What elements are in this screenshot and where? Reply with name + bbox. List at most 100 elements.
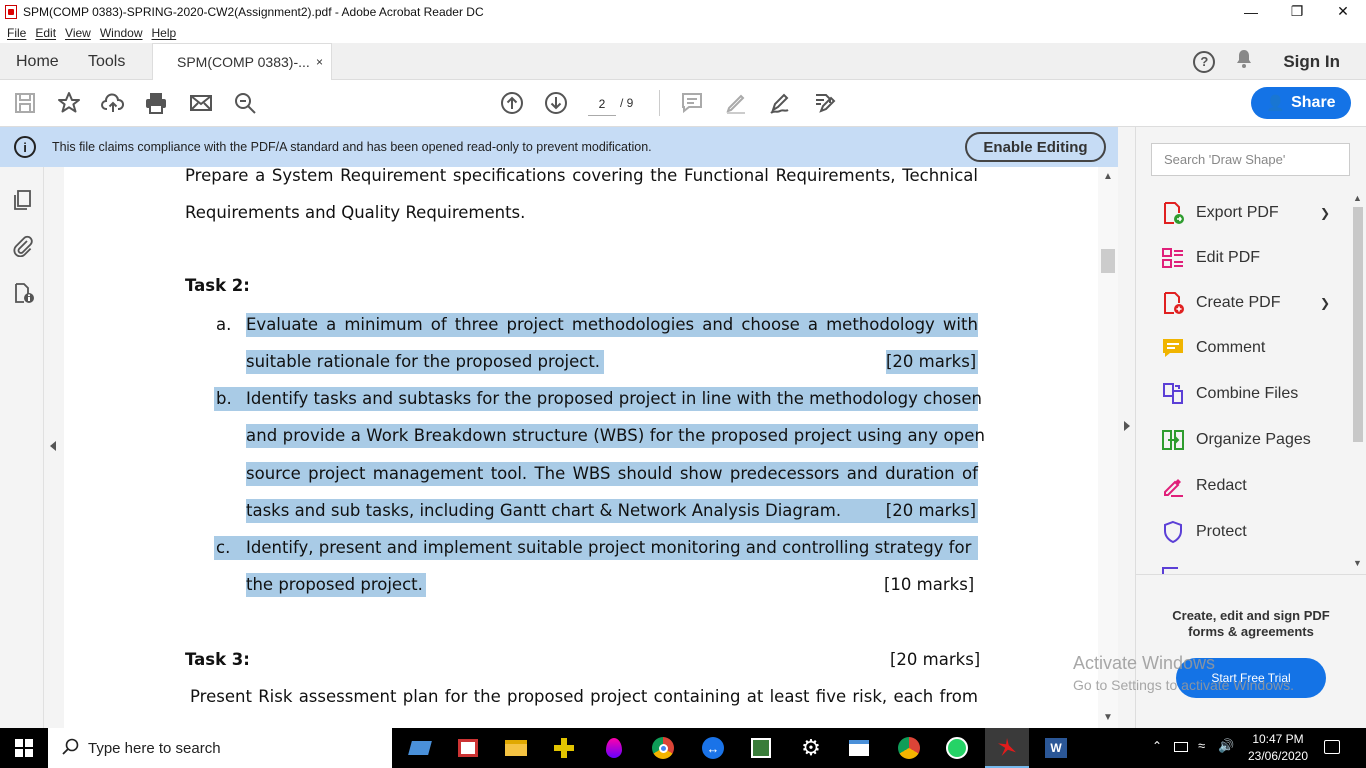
watermark-line-2: Go to Settings to activate Windows.	[1073, 677, 1294, 693]
print-icon[interactable]	[142, 89, 170, 117]
battery-icon[interactable]	[1174, 742, 1188, 752]
tool-redact-label: Redact	[1196, 477, 1247, 494]
close-tab-icon[interactable]: ×	[316, 55, 323, 69]
sign-pen-icon[interactable]	[766, 89, 794, 117]
task2-b-text-4: tasks and sub tasks, including Gantt cha…	[246, 501, 842, 520]
chevron-down-icon[interactable]: ❯	[1320, 206, 1330, 220]
menu-edit[interactable]: Edit	[35, 26, 56, 40]
save-icon[interactable]	[11, 89, 39, 117]
next-page-icon[interactable]	[542, 89, 570, 117]
window-app-icon[interactable]	[843, 732, 875, 764]
file-explorer-icon[interactable]	[500, 732, 532, 764]
right-panel-collapse[interactable]	[1118, 127, 1136, 728]
document-scroll-thumb[interactable]	[1101, 249, 1115, 273]
highlight-pen-icon[interactable]	[722, 89, 750, 117]
tab-tools[interactable]: Tools	[88, 43, 125, 80]
share-button[interactable]: 👤 Share	[1251, 87, 1351, 119]
chrome-icon[interactable]	[647, 732, 679, 764]
tab-document-label: SPM(COMP 0383)-...	[177, 54, 310, 70]
taskbar-search-icon	[62, 738, 80, 760]
project-app-icon[interactable]	[745, 732, 777, 764]
sign-in-link[interactable]: Sign In	[1283, 52, 1340, 72]
tool-combine-files[interactable]: Combine Files	[1160, 380, 1330, 408]
page-number-input[interactable]: 2	[588, 92, 616, 116]
tool-edit-pdf-label: Edit PDF	[1196, 249, 1261, 266]
teamviewer-icon[interactable]: ↔	[697, 732, 729, 764]
whatsapp-icon[interactable]	[941, 732, 973, 764]
wifi-icon[interactable]: ≈	[1198, 738, 1205, 753]
menu-bar: File Edit View Window Help	[0, 23, 1366, 43]
menu-file[interactable]: File	[7, 26, 26, 40]
tool-edit-pdf[interactable]: Edit PDF	[1160, 244, 1330, 272]
help-icon[interactable]: ?	[1193, 50, 1216, 73]
tool-comment-label: Comment	[1196, 339, 1266, 356]
comment-bubble-icon[interactable]	[678, 89, 706, 117]
attachments-paperclip-icon[interactable]	[12, 235, 34, 262]
menu-window[interactable]: Window	[100, 26, 143, 40]
tool-protect[interactable]: Protect	[1160, 518, 1330, 546]
volume-icon[interactable]: 🔊	[1218, 738, 1234, 754]
activate-windows-watermark: Activate Windows Go to Settings to activ…	[1073, 652, 1294, 696]
protect-icon	[1160, 519, 1186, 545]
pdf-document-view[interactable]: Prepare a System Requirement specifications c…	[64, 167, 1098, 728]
word-icon[interactable]: W	[1040, 732, 1072, 764]
acrobat-taskbar-icon[interactable]	[985, 728, 1029, 768]
taskbar-search-placeholder: Type here to search	[88, 739, 221, 757]
accessibility-tags-icon[interactable]	[12, 281, 36, 310]
settings-gear-icon[interactable]: ⚙	[795, 732, 827, 764]
tools-scroll-up-icon[interactable]: ▲	[1353, 193, 1362, 203]
enable-editing-button[interactable]: Enable Editing	[965, 132, 1106, 162]
tools-scroll-thumb[interactable]	[1353, 207, 1363, 442]
tool-organize-pages[interactable]: Organize Pages	[1160, 426, 1330, 454]
minimize-button[interactable]: —	[1228, 0, 1274, 23]
chrome-profile-icon[interactable]	[893, 732, 925, 764]
tools-search-input[interactable]: Search 'Draw Shape'	[1151, 143, 1350, 176]
bell-icon[interactable]	[1235, 49, 1253, 74]
document-scrollbar[interactable]: ▲ ▼	[1098, 167, 1118, 728]
previous-page-icon[interactable]	[498, 89, 526, 117]
tool-export-pdf[interactable]: Export PDF ❯	[1160, 199, 1330, 227]
zoom-search-icon[interactable]	[231, 89, 259, 117]
menu-view[interactable]: View	[65, 26, 91, 40]
tools-pane-scrollbar[interactable]: ▲ ▼	[1350, 193, 1366, 573]
email-icon[interactable]	[187, 89, 215, 117]
task2-b-line-2: and provide a Work Breakdown structure (…	[246, 424, 985, 448]
task2-c-marks: [10 marks]	[884, 575, 975, 594]
scroll-down-arrow-icon[interactable]: ▼	[1103, 712, 1113, 723]
bookmark-star-icon[interactable]	[55, 89, 83, 117]
tools-scroll-down-icon[interactable]: ▼	[1353, 558, 1362, 568]
windows-start-icon[interactable]	[0, 728, 48, 768]
upload-cloud-icon[interactable]	[99, 89, 127, 117]
chevron-down-icon[interactable]: ❯	[1320, 296, 1330, 310]
left-panel-collapse[interactable]	[44, 167, 64, 728]
file-transfer-app-icon[interactable]	[404, 732, 436, 764]
menu-help[interactable]: Help	[152, 26, 177, 40]
notifications-icon[interactable]	[1324, 740, 1340, 754]
show-hidden-icons-icon[interactable]: ⌃	[1152, 739, 1162, 753]
collapse-left-icon[interactable]	[50, 441, 56, 451]
maximize-button[interactable]: ❐	[1274, 0, 1320, 23]
taskbar-clock[interactable]: 10:47 PM 23/06/2020	[1240, 731, 1316, 765]
taskbar-search-box[interactable]: Type here to search	[48, 728, 392, 768]
create-pdf-icon	[1160, 290, 1186, 316]
fill-sign-icon[interactable]	[810, 89, 838, 117]
tool-redact[interactable]: Redact	[1160, 472, 1330, 500]
news-app-icon[interactable]	[452, 732, 484, 764]
task2-a-marker: a.	[216, 315, 232, 334]
tool-comment[interactable]: Comment	[1160, 334, 1330, 362]
tab-home[interactable]: Home	[16, 43, 59, 80]
organize-pages-icon	[1160, 427, 1186, 453]
task2-b-text-1: Identify tasks and subtasks for the prop…	[246, 389, 982, 408]
tab-document[interactable]: SPM(COMP 0383)-... ×	[152, 43, 332, 80]
paint-drop-app-icon[interactable]	[598, 732, 630, 764]
collapse-right-icon[interactable]	[1124, 421, 1130, 431]
tool-create-pdf-label: Create PDF	[1196, 294, 1281, 311]
scroll-up-arrow-icon[interactable]: ▲	[1103, 171, 1113, 182]
page-thumbnails-icon[interactable]	[12, 189, 34, 216]
tool-create-pdf[interactable]: Create PDF ❯	[1160, 289, 1330, 317]
tool-export-pdf-label: Export PDF	[1196, 204, 1279, 221]
task2-c-line-1: c. Identify, present and implement suitab…	[214, 536, 978, 560]
task3-marks: [20 marks]	[890, 650, 981, 669]
medical-app-icon[interactable]	[548, 732, 580, 764]
close-window-button[interactable]: ✕	[1320, 0, 1366, 23]
